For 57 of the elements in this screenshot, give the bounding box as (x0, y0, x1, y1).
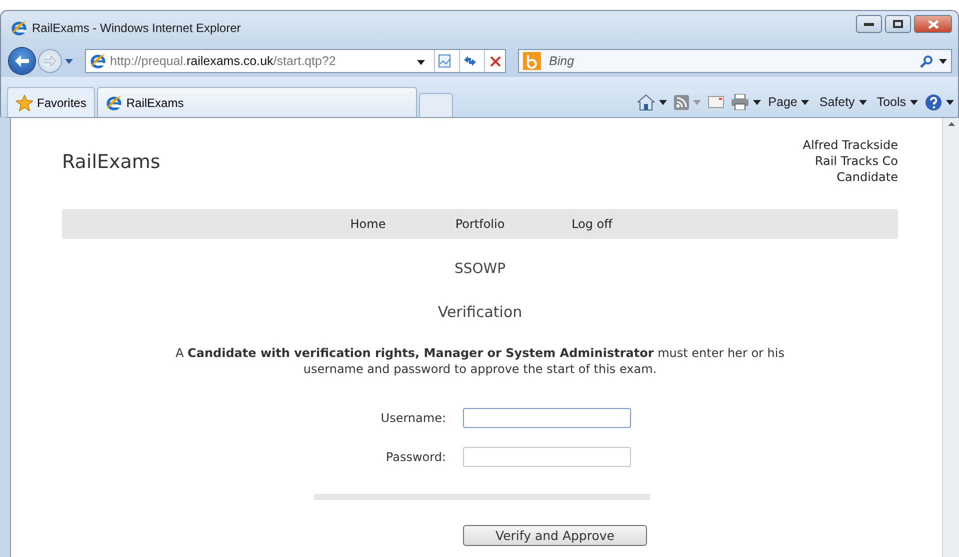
field-label: Password: (384, 450, 446, 464)
printer-icon[interactable] (731, 94, 750, 110)
instructions-text: A Candidate with verification rights, Manager or System Administrator must enter her or his username and password to approve the start of this exam. (174, 345, 786, 377)
page-heading: SSOWP (453, 261, 507, 277)
ie-logo-icon (90, 53, 106, 69)
user-info-text: Rail Tracks Co (814, 153, 898, 169)
address-bar[interactable]: http://prequal.railexams.co.uk/start.qtp?2 (85, 49, 506, 73)
site-logo: RailExams (62, 151, 160, 173)
help-icon[interactable] (925, 94, 942, 110)
left-arrow-icon (15, 55, 29, 67)
home-icon[interactable] (637, 94, 656, 110)
maximize-icon (893, 20, 903, 28)
refresh-icon[interactable] (463, 55, 477, 67)
ie-logo-icon (106, 94, 122, 110)
nav-link[interactable]: Log off (536, 217, 648, 231)
minimize-button[interactable] (856, 15, 882, 33)
caret-icon[interactable] (858, 100, 867, 104)
user-info-text: Candidate (836, 169, 898, 185)
scroll-up-icon[interactable] (948, 122, 954, 126)
command-menu[interactable]: Safety (819, 95, 867, 109)
input-field[interactable] (463, 408, 631, 428)
star-icon (16, 94, 33, 110)
favorites-button[interactable]: Favorites (7, 87, 96, 117)
ie-logo-icon (11, 20, 27, 36)
scrollbar[interactable] (942, 118, 959, 557)
browser-tab[interactable]: RailExams (97, 87, 418, 117)
back-button[interactable] (9, 48, 35, 74)
caret-icon[interactable] (946, 100, 954, 104)
search-field[interactable]: Bing (547, 53, 914, 69)
input-field[interactable] (463, 447, 631, 467)
caret-icon[interactable] (939, 58, 947, 64)
user-info-text: Alfred Trackside (802, 137, 898, 153)
minimize-icon (864, 22, 874, 26)
field-label: Username: (380, 411, 446, 425)
nav-link[interactable]: Portfolio (424, 217, 536, 231)
window-title: RailExams - Windows Internet Explorer (32, 21, 242, 35)
feed-icon[interactable] (674, 94, 690, 110)
caret-icon[interactable] (417, 60, 425, 65)
caret-icon[interactable] (753, 100, 762, 104)
maximize-button[interactable] (885, 15, 911, 33)
caret-icon[interactable] (910, 100, 918, 104)
mail-icon[interactable] (708, 96, 724, 108)
caret-icon[interactable] (659, 100, 668, 104)
verify-and-approve-button[interactable]: Verify and Approve (463, 525, 647, 546)
command-menu[interactable]: Tools (876, 95, 918, 109)
command-menu[interactable]: Page (768, 95, 810, 109)
search-engine-logo-icon (523, 52, 541, 70)
close-icon (928, 20, 938, 28)
close-button[interactable] (914, 15, 952, 33)
right-arrow-icon (44, 56, 56, 66)
stop-icon[interactable] (490, 56, 500, 66)
search-bar[interactable]: Bing (518, 49, 952, 73)
nav-link[interactable]: Home (312, 217, 424, 231)
caret-icon[interactable] (801, 100, 810, 104)
compatibility-view-icon[interactable] (438, 54, 452, 68)
page-subheading: Verification (436, 303, 524, 321)
search-icon[interactable] (920, 54, 933, 68)
